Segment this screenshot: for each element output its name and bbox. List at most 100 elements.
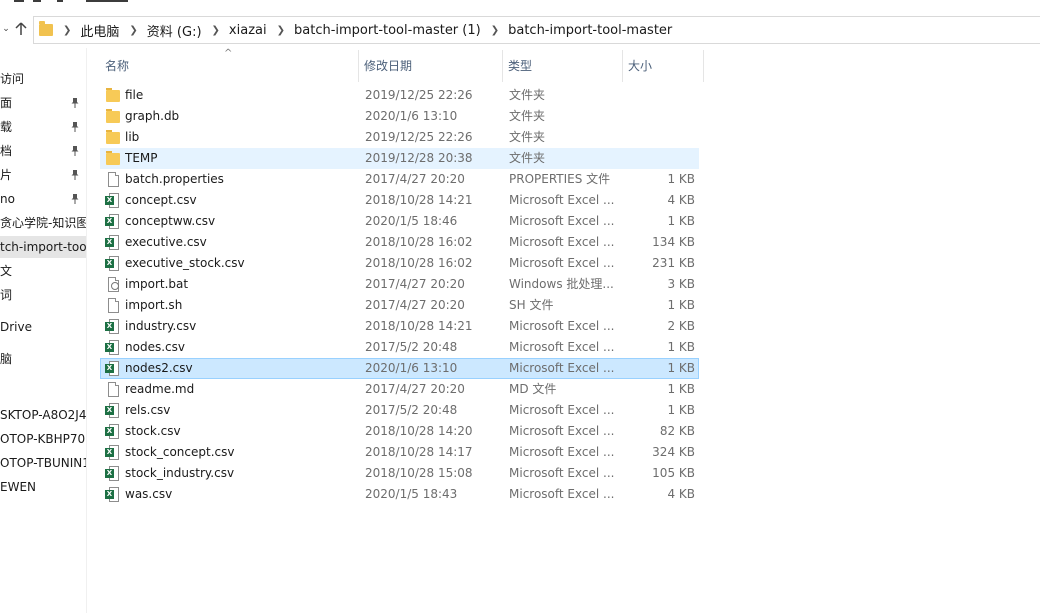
chevron-right-icon[interactable]: ❯ <box>63 25 71 36</box>
file-row[interactable]: Xexecutive_stock.csv 2018/10/28 16:02 Micr… <box>100 253 699 274</box>
file-date-modified: 2017/4/27 20:20 <box>365 172 465 186</box>
file-date-modified: 2018/10/28 14:20 <box>365 424 473 438</box>
document-icon <box>108 298 119 313</box>
file-row[interactable]: Xindustry.csv 2018/10/28 14:21 Microsoft E… <box>100 316 699 337</box>
file-date-modified: 2018/10/28 15:08 <box>365 466 473 480</box>
file-type: Microsoft Excel ... <box>509 403 615 417</box>
file-row[interactable]: Xconceptww.csv 2020/1/5 18:46 Microsoft Ex… <box>100 211 699 232</box>
pin-icon[interactable] <box>71 146 79 156</box>
column-header-name[interactable]: 名称 <box>100 50 359 82</box>
address-bar[interactable]: ❯ 此电脑 ❯ 资料 (G:) ❯ xiazai ❯ batch-import-… <box>33 16 1040 44</box>
file-name: concept.csv <box>125 193 197 207</box>
file-date-modified: 2017/4/27 20:20 <box>365 298 465 312</box>
file-row[interactable]: import.bat 2017/4/27 20:20 Windows 批处理... 3… <box>100 274 699 295</box>
chevron-right-icon[interactable]: ❯ <box>277 25 285 36</box>
excel-file-icon: X <box>105 403 120 418</box>
breadcrumb-xiazai[interactable]: xiazai <box>229 23 267 38</box>
sidebar-item-label: SKTOP-A8O2J4 <box>0 408 86 422</box>
breadcrumb-batch-import-tool-master-1[interactable]: batch-import-tool-master (1) <box>294 23 481 38</box>
breadcrumb-drive-g[interactable]: 资料 (G:) <box>147 21 202 40</box>
chevron-right-icon[interactable]: ❯ <box>129 25 137 36</box>
sidebar-item-label: Drive <box>0 320 32 334</box>
file-row[interactable]: lib 2019/12/25 22:26 文件夹 <box>100 127 699 148</box>
pin-icon[interactable] <box>71 122 79 132</box>
file-name: nodes.csv <box>125 340 185 354</box>
sidebar-item[interactable]: EWEN <box>0 476 86 498</box>
sidebar-item[interactable]: tch-import-tool <box>0 236 86 258</box>
file-size <box>620 85 695 106</box>
sidebar-item-label: 贪心学院-知识图 <box>0 216 86 230</box>
column-header-date[interactable]: 修改日期 <box>359 50 503 82</box>
file-name: readme.md <box>125 382 195 396</box>
pin-icon[interactable] <box>71 170 79 180</box>
sidebar-item-label: 文 <box>0 264 13 278</box>
sidebar-item[interactable]: 文 <box>0 260 86 282</box>
sidebar-item[interactable]: no <box>0 188 86 210</box>
sidebar-item[interactable]: 访问 <box>0 68 86 90</box>
up-button[interactable] <box>10 18 32 40</box>
file-row[interactable]: batch.properties 2017/4/27 20:20 PROPERTIE… <box>100 169 699 190</box>
file-size: 1 KB <box>667 403 695 417</box>
file-row[interactable]: Xrels.csv 2017/5/2 20:48 Microsoft Excel .… <box>100 400 699 421</box>
column-header-size[interactable]: 大小 <box>623 50 704 82</box>
excel-file-icon: X <box>105 235 120 250</box>
pin-icon[interactable] <box>71 98 79 108</box>
chevron-right-icon[interactable]: ❯ <box>491 25 499 36</box>
file-row[interactable]: readme.md 2017/4/27 20:20 MD 文件 1 KB <box>100 379 699 400</box>
chevron-right-icon[interactable]: ❯ <box>212 25 220 36</box>
file-row[interactable]: import.sh 2017/4/27 20:20 SH 文件 1 KB <box>100 295 699 316</box>
sidebar-item[interactable]: 片 <box>0 164 86 186</box>
sidebar-item-label: tch-import-tool <box>0 240 86 254</box>
breadcrumb-batch-import-tool-master[interactable]: batch-import-tool-master <box>508 23 672 38</box>
file-type: 文件夹 <box>509 151 546 165</box>
file-row[interactable]: file 2019/12/25 22:26 文件夹 <box>100 85 699 106</box>
file-size: 1 KB <box>667 382 695 396</box>
file-row[interactable]: TEMP 2019/12/28 20:38 文件夹 <box>100 148 699 169</box>
sidebar-item[interactable]: OTOP-TBUNIN1 <box>0 452 86 474</box>
file-name: executive.csv <box>125 235 207 249</box>
file-name: was.csv <box>125 487 173 501</box>
file-row[interactable]: graph.db 2020/1/6 13:10 文件夹 <box>100 106 699 127</box>
file-row[interactable]: Xstock_industry.csv 2018/10/28 15:08 Micro… <box>100 463 699 484</box>
file-size <box>620 127 695 148</box>
file-type: 文件夹 <box>509 109 546 123</box>
file-row[interactable]: Xnodes.csv 2017/5/2 20:48 Microsoft Excel … <box>100 337 699 358</box>
file-date-modified: 2019/12/25 22:26 <box>365 130 473 144</box>
file-type: MD 文件 <box>509 382 557 396</box>
breadcrumb-this-pc[interactable]: 此电脑 <box>80 21 119 40</box>
sidebar-item[interactable]: SKTOP-A8O2J4 <box>0 404 86 426</box>
sidebar-item-label: 脑 <box>0 352 13 366</box>
column-header-row: ^ 名称 修改日期 类型 大小 <box>100 48 704 82</box>
pin-icon[interactable] <box>71 194 79 204</box>
file-type: 文件夹 <box>509 88 546 102</box>
file-name: file <box>125 88 144 102</box>
sidebar-item[interactable]: 载 <box>0 116 86 138</box>
sidebar-item-label: 档 <box>0 144 13 158</box>
sidebar-item[interactable]: 脑 <box>0 348 86 370</box>
sidebar-item[interactable]: Drive <box>0 316 86 338</box>
sidebar-item[interactable]: 面 <box>0 92 86 114</box>
file-row[interactable]: Xwas.csv 2020/1/5 18:43 Microsoft Excel ..… <box>100 484 699 505</box>
file-date-modified: 2018/10/28 14:21 <box>365 319 473 333</box>
title-bar-fragment <box>0 0 1040 10</box>
file-row[interactable]: Xstock.csv 2018/10/28 14:20 Microsoft Exce… <box>100 421 699 442</box>
column-header-type[interactable]: 类型 <box>503 50 623 82</box>
file-size <box>620 106 695 127</box>
file-name: executive_stock.csv <box>125 256 245 270</box>
sidebar-item[interactable]: 档 <box>0 140 86 162</box>
sidebar-item[interactable]: OTOP-KBHP70U <box>0 428 86 450</box>
file-size: 105 KB <box>652 466 695 480</box>
file-row[interactable]: Xstock_concept.csv 2018/10/28 14:17 Micros… <box>100 442 699 463</box>
file-row[interactable]: Xnodes2.csv 2020/1/6 13:10 Microsoft Excel… <box>100 358 699 379</box>
file-row[interactable]: Xconcept.csv 2018/10/28 14:21 Microsoft Ex… <box>100 190 699 211</box>
sidebar-item[interactable]: 贪心学院-知识图 <box>0 212 86 234</box>
excel-file-icon: X <box>105 256 120 271</box>
excel-file-icon: X <box>105 193 120 208</box>
file-date-modified: 2018/10/28 14:17 <box>365 445 473 459</box>
file-row[interactable]: Xexecutive.csv 2018/10/28 16:02 Microsoft … <box>100 232 699 253</box>
file-type: Windows 批处理... <box>509 277 614 291</box>
excel-file-icon: X <box>105 466 120 481</box>
sidebar-item[interactable]: 词 <box>0 284 86 306</box>
folder-icon <box>106 109 120 123</box>
file-size: 1 KB <box>667 172 695 186</box>
